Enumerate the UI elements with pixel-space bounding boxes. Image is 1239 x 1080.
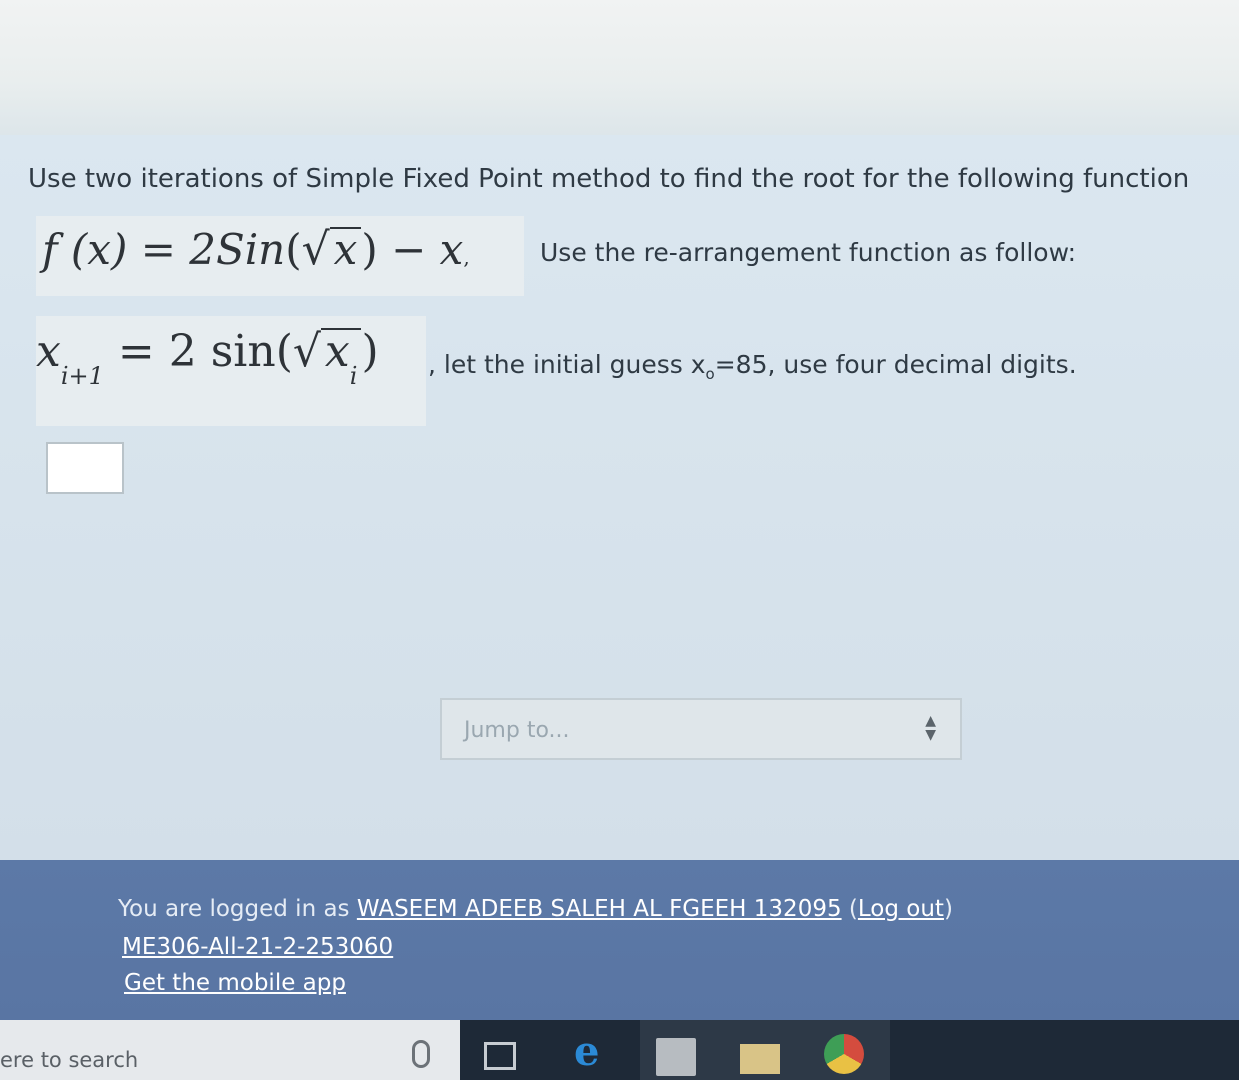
- page-top-area: [0, 0, 1239, 135]
- iteration-equation: xi+1 = 2 sin(√xi): [36, 316, 426, 426]
- sqrt-icon: √: [301, 224, 330, 275]
- store-icon[interactable]: [656, 1038, 696, 1076]
- guess-after: =85, use four decimal digits.: [714, 350, 1077, 379]
- logged-in-prefix: You are logged in as: [118, 896, 357, 922]
- taskbar-search-text: ere to search: [0, 1048, 139, 1072]
- course-link-row: ME306-All-21-2-253060: [122, 934, 393, 960]
- jump-to-select[interactable]: Jump to... ▲ ▼: [440, 698, 962, 760]
- function-lhs: f (x) = 2: [42, 225, 216, 274]
- iteration-var: x: [36, 326, 61, 377]
- iteration-inner-sub: i: [349, 362, 358, 390]
- jump-to-label: Jump to...: [464, 718, 570, 743]
- function-comma: ,: [463, 245, 470, 269]
- logout-link[interactable]: Log out: [858, 896, 944, 922]
- function-sin: Sin: [215, 225, 286, 274]
- select-arrows-icon: ▲ ▼: [925, 714, 936, 742]
- iteration-eq: = 2 sin(: [103, 326, 293, 377]
- user-profile-link[interactable]: WASEEM ADEEB SALEH AL FGEEH 132095: [357, 896, 842, 922]
- function-open-paren: (: [285, 225, 302, 274]
- course-link[interactable]: ME306-All-21-2-253060: [122, 934, 393, 960]
- iteration-inner-var: x: [324, 326, 350, 377]
- mobile-app-row: Get the mobile app: [124, 970, 346, 996]
- function-tail-var: x: [439, 225, 464, 274]
- iteration-radicand: xi: [320, 326, 362, 390]
- sqrt-icon: √: [292, 326, 321, 377]
- guess-before: , let the initial guess x: [428, 350, 706, 379]
- answer-input[interactable]: [46, 442, 124, 494]
- edge-browser-icon[interactable]: e: [574, 1028, 599, 1075]
- windows-taskbar: ere to search e: [0, 1020, 1239, 1080]
- function-radicand: x: [329, 227, 362, 271]
- function-equation: f (x) = 2Sin(√x) − x,: [36, 216, 524, 296]
- logged-in-info: You are logged in as WASEEM ADEEB SALEH …: [118, 896, 953, 922]
- logout-open: (: [841, 896, 858, 922]
- question-intro: Use two iterations of Simple Fixed Point…: [28, 164, 1190, 194]
- task-view-icon[interactable]: [484, 1042, 516, 1070]
- function-close: ) −: [361, 225, 440, 274]
- initial-guess-text: , let the initial guess xo=85, use four …: [428, 350, 1077, 383]
- microphone-icon[interactable]: [412, 1040, 430, 1068]
- iteration-close: ): [361, 326, 379, 377]
- logout-close: ): [943, 896, 953, 922]
- arrow-up-icon: ▲: [925, 713, 936, 729]
- chrome-icon[interactable]: [824, 1034, 864, 1074]
- page-footer: You are logged in as WASEEM ADEEB SALEH …: [0, 860, 1239, 1020]
- taskbar-search-box[interactable]: ere to search: [0, 1020, 460, 1080]
- guess-sub: o: [705, 365, 715, 383]
- mobile-app-link[interactable]: Get the mobile app: [124, 970, 346, 996]
- arrow-down-icon: ▼: [925, 727, 936, 743]
- rearrangement-text: Use the re-arrangement function as follo…: [540, 238, 1077, 267]
- iteration-sub: i+1: [60, 362, 104, 390]
- file-explorer-icon[interactable]: [740, 1044, 780, 1074]
